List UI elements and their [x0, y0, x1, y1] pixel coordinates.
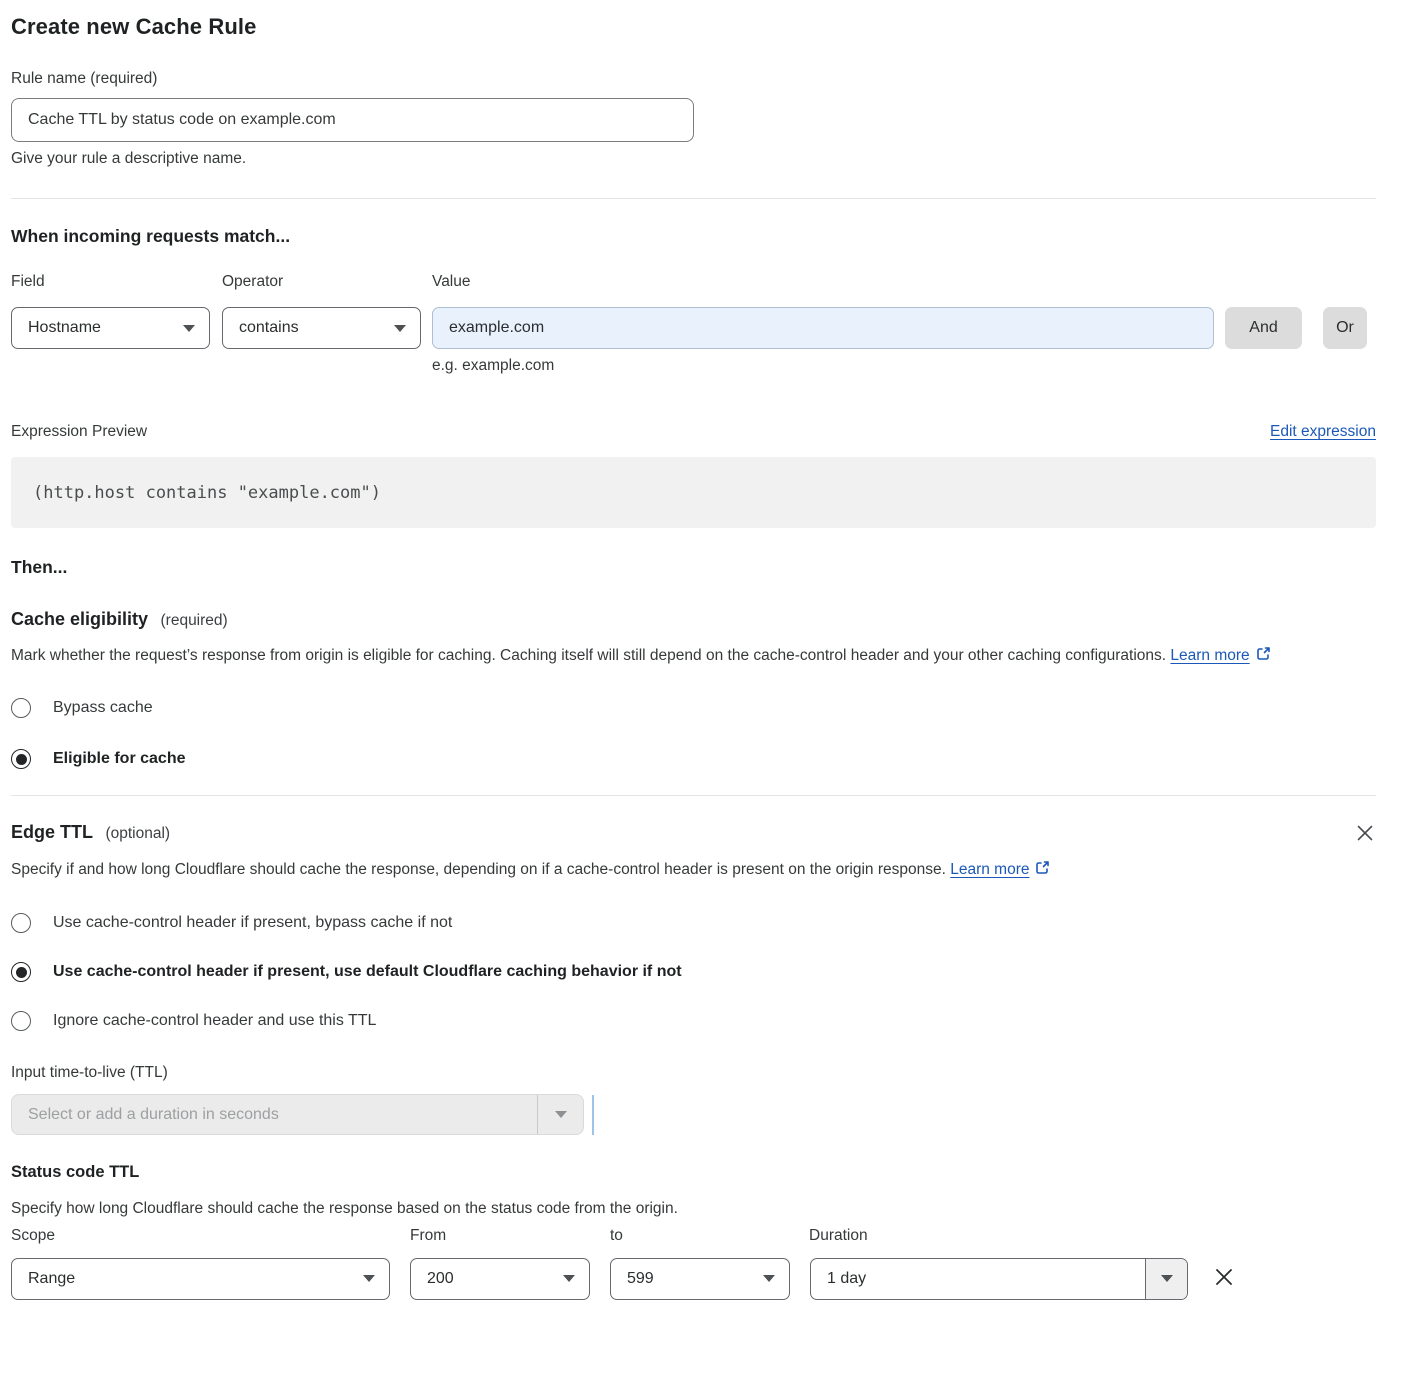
radio-unselected[interactable]	[11, 698, 31, 718]
from-select[interactable]: 200	[410, 1258, 590, 1300]
from-label: From	[410, 1227, 610, 1245]
or-button[interactable]: Or	[1323, 307, 1367, 349]
value-help: e.g. example.com	[432, 357, 1376, 375]
chevron-down-icon	[394, 325, 406, 332]
status-code-ttl-description: Specify how long Cloudflare should cache…	[11, 1195, 1376, 1223]
radio-label: Eligible for cache	[53, 750, 185, 768]
radio-selected[interactable]	[11, 749, 31, 769]
value-input[interactable]	[432, 307, 1214, 349]
status-code-ttl-heading: Status code TTL	[11, 1163, 1376, 1182]
expression-code: (http.host contains "example.com")	[33, 483, 381, 503]
radio-option-use-header-default[interactable]: Use cache-control header if present, use…	[11, 962, 1376, 982]
scope-select[interactable]: Range	[11, 1258, 390, 1300]
ttl-input-label: Input time-to-live (TTL)	[11, 1064, 1376, 1082]
from-select-value: 200	[427, 1270, 454, 1288]
radio-option-ignore-header[interactable]: Ignore cache-control header and use this…	[11, 1011, 1376, 1031]
field-label: Field	[11, 273, 222, 291]
expression-code-box: (http.host contains "example.com")	[11, 457, 1376, 528]
duration-select-value: 1 day	[811, 1259, 1145, 1299]
value-label: Value	[432, 273, 471, 291]
duration-select[interactable]: 1 day	[810, 1258, 1188, 1300]
chevron-down-icon[interactable]	[537, 1095, 583, 1134]
cache-eligibility-heading: Cache eligibility	[11, 609, 148, 629]
rule-name-help: Give your rule a descriptive name.	[11, 150, 1376, 168]
rule-name-input[interactable]	[11, 98, 694, 142]
chevron-down-icon	[563, 1275, 575, 1282]
edit-expression-link[interactable]: Edit expression	[1270, 423, 1376, 441]
required-tag: (required)	[161, 612, 228, 629]
page-title: Create new Cache Rule	[11, 14, 1376, 40]
to-select-value: 599	[627, 1270, 654, 1288]
chevron-down-icon	[183, 325, 195, 332]
operator-select[interactable]: contains	[222, 307, 421, 349]
chevron-down-icon	[763, 1275, 775, 1282]
edge-ttl-description: Specify if and how long Cloudflare shoul…	[11, 861, 946, 878]
close-icon[interactable]	[1354, 822, 1376, 847]
field-select-value: Hostname	[28, 319, 101, 337]
radio-option-bypass-cache[interactable]: Bypass cache	[11, 698, 1376, 718]
optional-tag: (optional)	[105, 825, 170, 842]
cache-eligibility-description: Mark whether the request’s response from…	[11, 647, 1166, 664]
chevron-down-icon[interactable]	[1145, 1259, 1187, 1299]
ttl-select-focus-bar	[592, 1095, 594, 1135]
divider	[11, 198, 1376, 199]
radio-unselected[interactable]	[11, 913, 31, 933]
ttl-duration-placeholder: Select or add a duration in seconds	[12, 1095, 537, 1134]
ttl-duration-select[interactable]: Select or add a duration in seconds	[11, 1094, 584, 1135]
match-heading: When incoming requests match...	[11, 226, 1376, 247]
remove-row-icon[interactable]	[1211, 1264, 1237, 1293]
radio-selected[interactable]	[11, 962, 31, 982]
to-select[interactable]: 599	[610, 1258, 790, 1300]
radio-label: Use cache-control header if present, byp…	[53, 914, 452, 932]
radio-label: Bypass cache	[53, 699, 153, 717]
divider	[11, 795, 1376, 796]
external-link-icon	[1255, 644, 1272, 672]
duration-label: Duration	[809, 1227, 868, 1245]
field-select[interactable]: Hostname	[11, 307, 210, 349]
radio-label: Ignore cache-control header and use this…	[53, 1012, 376, 1030]
scope-select-value: Range	[28, 1270, 75, 1288]
and-button[interactable]: And	[1225, 307, 1302, 349]
to-label: to	[610, 1227, 809, 1245]
operator-label: Operator	[222, 273, 432, 291]
external-link-icon	[1034, 858, 1051, 886]
rule-name-label: Rule name (required)	[11, 70, 1376, 88]
radio-label: Use cache-control header if present, use…	[53, 963, 682, 981]
operator-select-value: contains	[239, 319, 299, 337]
radio-option-eligible-for-cache[interactable]: Eligible for cache	[11, 749, 1376, 769]
learn-more-link[interactable]: Learn more	[950, 861, 1029, 878]
learn-more-link[interactable]: Learn more	[1170, 647, 1249, 664]
scope-label: Scope	[11, 1227, 410, 1245]
chevron-down-icon	[363, 1275, 375, 1282]
radio-unselected[interactable]	[11, 1011, 31, 1031]
expression-preview-label: Expression Preview	[11, 423, 147, 441]
edge-ttl-heading: Edge TTL	[11, 822, 93, 842]
then-heading: Then...	[11, 557, 1376, 578]
radio-option-use-header-bypass[interactable]: Use cache-control header if present, byp…	[11, 913, 1376, 933]
